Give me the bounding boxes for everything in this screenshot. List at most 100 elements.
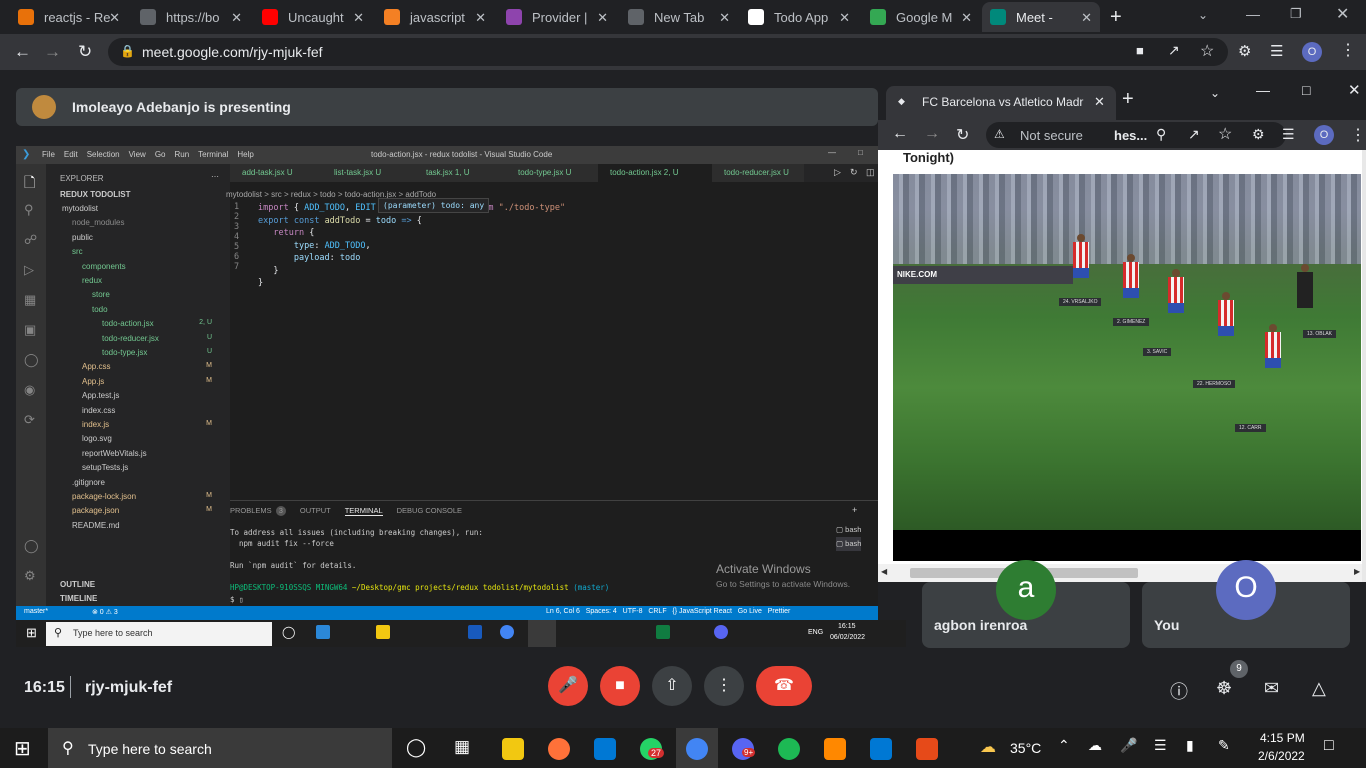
tree-item[interactable]: reportWebVitals.js bbox=[82, 449, 222, 458]
football-video[interactable]: NIKE.COM 24. VRSALJKO 3. SAVIC 2. GIMENE… bbox=[893, 174, 1361, 530]
menu-item[interactable]: Run bbox=[174, 150, 189, 159]
bash-terminal-2[interactable]: ▢ bash bbox=[836, 537, 862, 551]
menu-item[interactable]: Selection bbox=[87, 150, 120, 159]
search-icon[interactable]: ⚲ bbox=[24, 202, 34, 218]
source-control-icon[interactable]: ☍ bbox=[24, 232, 37, 248]
code-editor[interactable]: 1 2 3 4 5 6 7 import { ADD_TODO, EDIT om… bbox=[230, 198, 878, 482]
weather-icon[interactable]: ☁ bbox=[980, 737, 996, 757]
manage-gear-icon[interactable]: ⚙ bbox=[24, 568, 36, 584]
meeting-info-icon[interactable]: ⓘ bbox=[1170, 678, 1188, 704]
tab-search-icon[interactable]: ⌄ bbox=[1198, 8, 1208, 22]
problems-status[interactable]: ⊗ 0 ⚠ 3 bbox=[92, 608, 118, 616]
menu-item[interactable]: File bbox=[42, 150, 55, 159]
popup-close-icon[interactable]: ✕ bbox=[1348, 81, 1361, 99]
tree-item[interactable]: App.test.js bbox=[82, 391, 222, 400]
chat-icon[interactable]: ✉ bbox=[1264, 678, 1279, 699]
game-app-icon[interactable] bbox=[916, 738, 938, 760]
tree-item[interactable]: src bbox=[72, 247, 222, 256]
minimize-icon[interactable]: — bbox=[1246, 6, 1260, 22]
windows-start-icon[interactable]: ⊞ bbox=[14, 736, 31, 761]
outline-section[interactable]: OUTLINE bbox=[60, 580, 95, 589]
back-icon[interactable]: ← bbox=[14, 42, 31, 62]
notifications-icon[interactable]: □ bbox=[1324, 737, 1334, 755]
leave-call-button[interactable]: ☎ bbox=[756, 666, 812, 706]
timeline-section[interactable]: TIMELINE bbox=[60, 594, 97, 603]
output-tab[interactable]: OUTPUT bbox=[300, 506, 331, 516]
share-icon[interactable]: ↗ bbox=[1168, 42, 1180, 59]
popup-tab-search-icon[interactable]: ⌄ bbox=[1210, 86, 1220, 100]
popup-extensions-icon[interactable]: ⚙ bbox=[1252, 126, 1265, 143]
menu-item[interactable]: View bbox=[129, 150, 146, 159]
spotify-icon[interactable] bbox=[778, 738, 800, 760]
participant-tile-self[interactable]: O You bbox=[1142, 560, 1350, 648]
popup-tab[interactable]: ◆ FC Barcelona vs Atletico Madr ✕ bbox=[886, 86, 1116, 120]
people-icon[interactable]: ☸ bbox=[1216, 678, 1232, 699]
taskbar-time[interactable]: 4:15 PM bbox=[1260, 731, 1305, 745]
explorer-more-icon[interactable]: ⋯ bbox=[211, 172, 219, 181]
tree-item[interactable]: store bbox=[92, 290, 222, 299]
tree-item[interactable]: todo-action.jsx 2, U bbox=[102, 319, 222, 328]
tree-item[interactable]: node_modules bbox=[72, 218, 222, 227]
file-explorer-icon[interactable] bbox=[502, 738, 524, 760]
tab-close-icon[interactable]: ✕ bbox=[353, 10, 364, 26]
vs-maximize-icon[interactable]: □ bbox=[858, 148, 863, 157]
tab-close-icon[interactable]: ✕ bbox=[1081, 10, 1092, 26]
present-button[interactable]: ⇧ bbox=[652, 666, 692, 706]
editor-tab[interactable]: list-task.jsx U bbox=[322, 164, 414, 182]
onedrive-icon[interactable]: ☁ bbox=[1088, 737, 1102, 754]
tray-chevron-icon[interactable]: ⌃ bbox=[1058, 737, 1070, 754]
activities-icon[interactable]: △ bbox=[1312, 678, 1326, 699]
github-icon[interactable]: ◉ bbox=[24, 382, 35, 398]
tree-item[interactable]: .gitignore bbox=[72, 478, 222, 487]
popup-menu-icon[interactable]: ⋮ bbox=[1350, 125, 1366, 145]
bash-terminal-1[interactable]: ▢ bash bbox=[836, 523, 861, 537]
popup-minimize-icon[interactable]: — bbox=[1256, 82, 1270, 98]
problems-tab[interactable]: PROBLEMS bbox=[230, 506, 272, 516]
live-share-icon[interactable]: ⟳ bbox=[24, 412, 35, 428]
battery-icon[interactable]: ▮ bbox=[1186, 737, 1194, 754]
vertical-scrollbar[interactable] bbox=[1362, 150, 1366, 582]
tab-close-icon[interactable]: ✕ bbox=[961, 10, 972, 26]
tree-item[interactable]: index.js M bbox=[82, 420, 222, 429]
tab-close-icon[interactable]: ✕ bbox=[475, 10, 486, 26]
extensions-icon[interactable]: ⚙ bbox=[1238, 42, 1251, 60]
tree-item[interactable]: public bbox=[72, 233, 222, 242]
tree-item[interactable]: components bbox=[82, 262, 222, 271]
browser-tab[interactable]: Todo App ✕ bbox=[740, 2, 858, 32]
run-debug-icon[interactable]: ▷ bbox=[24, 262, 34, 278]
terminal-tab[interactable]: TERMINAL bbox=[344, 506, 383, 516]
tree-item[interactable]: package-lock.json M bbox=[72, 492, 222, 501]
browser-tab[interactable]: https://bo ✕ bbox=[132, 2, 250, 32]
editor-tab[interactable]: todo-type.jsx U bbox=[506, 164, 598, 182]
firefox-icon[interactable] bbox=[548, 738, 570, 760]
remote-icon[interactable]: ▣ bbox=[24, 322, 36, 338]
popup-back-icon[interactable]: ← bbox=[892, 125, 908, 143]
browser-tab[interactable]: Meet - ✕ bbox=[982, 2, 1100, 32]
tree-item[interactable]: logo.svg bbox=[82, 434, 222, 443]
editor-tab[interactable]: todo-reducer.jsx U bbox=[712, 164, 804, 182]
tree-item[interactable]: README.md bbox=[72, 521, 222, 530]
tree-item[interactable]: todo-reducer.jsx U bbox=[102, 334, 222, 343]
menu-item[interactable]: Edit bbox=[64, 150, 78, 159]
forward-icon[interactable]: → bbox=[44, 42, 61, 62]
browser-tab[interactable]: Uncaught ✕ bbox=[254, 2, 372, 32]
cortana-icon[interactable]: ◯ bbox=[406, 737, 426, 758]
tree-item[interactable]: todo bbox=[92, 305, 222, 314]
store-icon[interactable] bbox=[594, 738, 616, 760]
vs-minimize-icon[interactable]: — bbox=[828, 148, 836, 157]
new-terminal-icon[interactable]: + bbox=[852, 505, 857, 515]
menu-item[interactable]: Go bbox=[155, 150, 166, 159]
popup-maximize-icon[interactable]: □ bbox=[1302, 82, 1310, 98]
restore-icon[interactable]: ❐ bbox=[1290, 6, 1302, 22]
menu-item[interactable]: Terminal bbox=[198, 150, 228, 159]
chrome-icon[interactable] bbox=[686, 738, 708, 760]
extensions-panel-icon[interactable]: ▦ bbox=[24, 292, 36, 308]
more-options-button[interactable]: ⋮ bbox=[704, 666, 744, 706]
tree-item[interactable]: redux bbox=[82, 276, 222, 285]
browser-tab[interactable]: javascript ✕ bbox=[376, 2, 494, 32]
bookmark-star-icon[interactable]: ☆ bbox=[1200, 41, 1214, 61]
editor-tab[interactable]: todo-action.jsx 2, U bbox=[598, 164, 712, 182]
browser-tab[interactable]: New Tab ✕ bbox=[620, 2, 738, 32]
explorer-icon[interactable]: 🗋 bbox=[24, 172, 35, 196]
popup-star-icon[interactable]: ☆ bbox=[1218, 124, 1232, 144]
